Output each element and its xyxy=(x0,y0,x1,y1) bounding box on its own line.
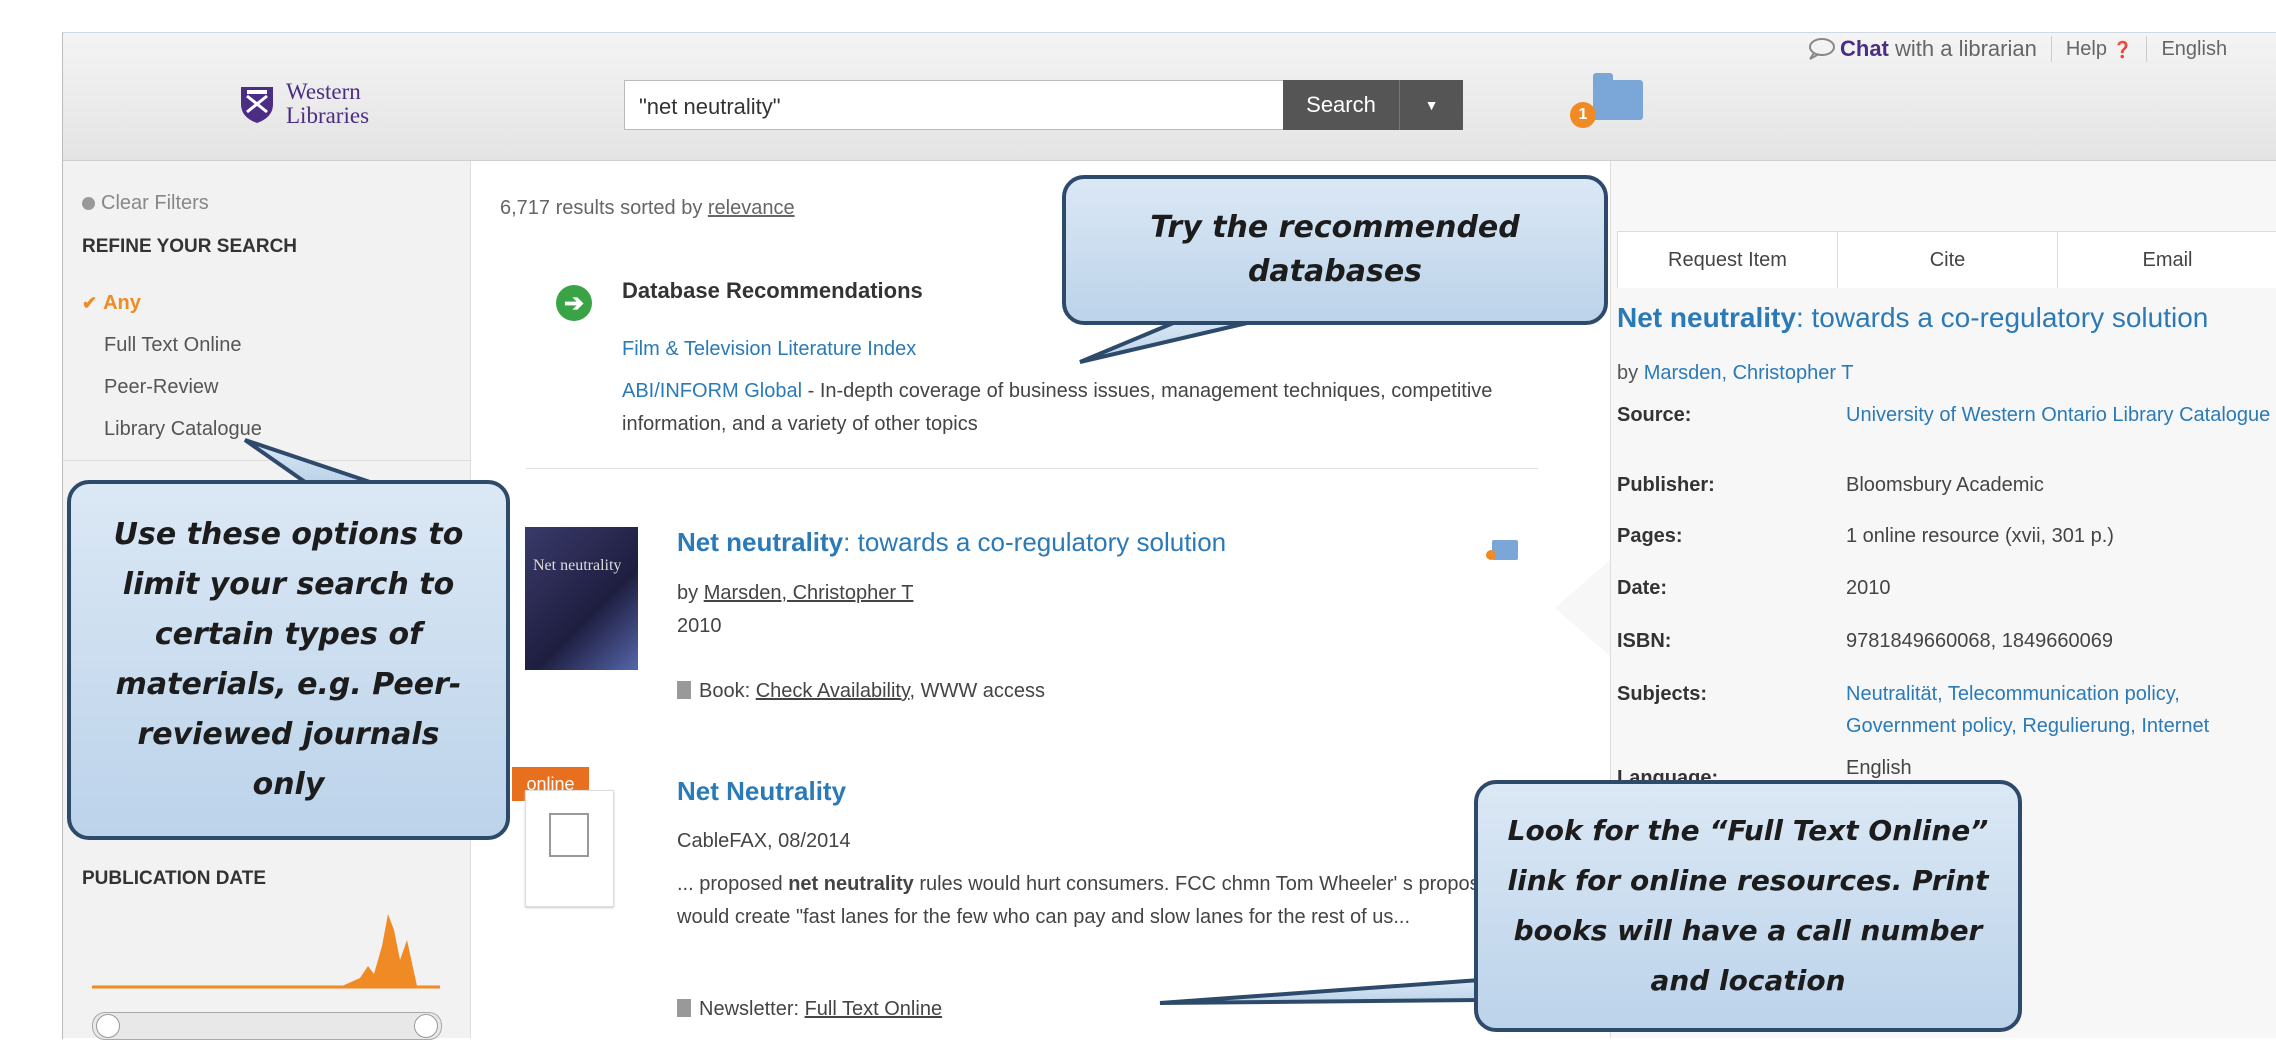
callout-full-text-online: Look for the “Full Text Online” link for… xyxy=(1474,780,2022,1032)
callout-refine-options: Use these options to limit your search t… xyxy=(67,480,510,840)
callout-recommended-databases: Try the recommended databases xyxy=(1062,175,1608,325)
